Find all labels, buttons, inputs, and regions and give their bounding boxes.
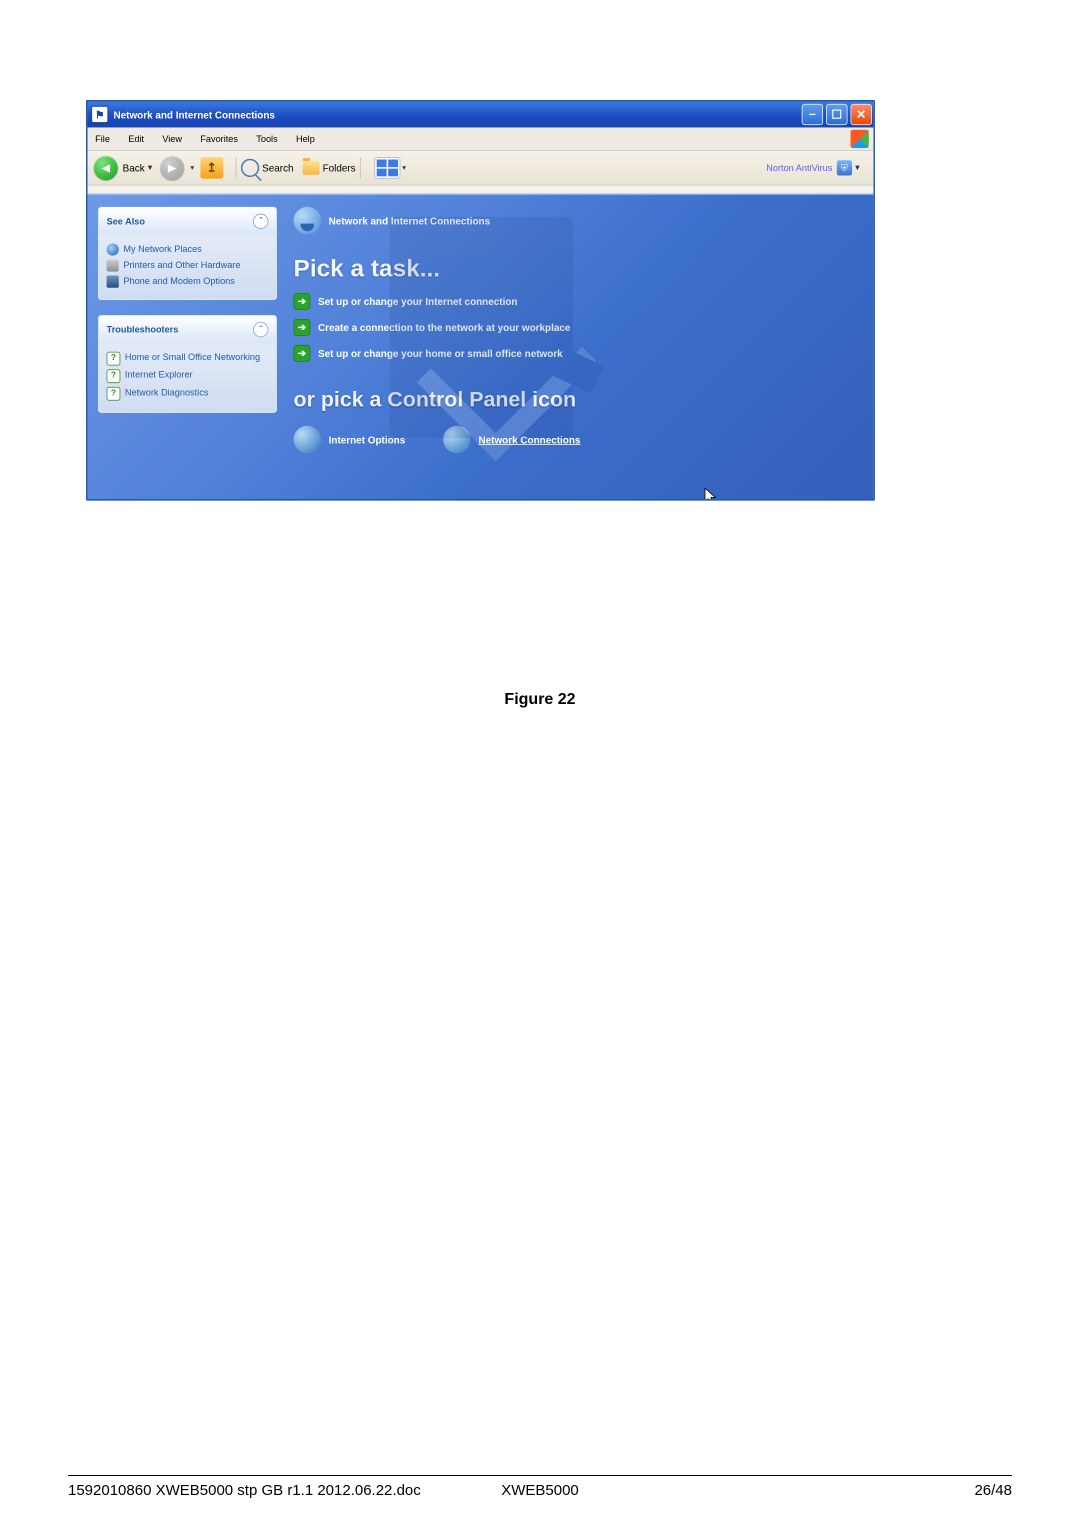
troubleshooters-header[interactable]: Troubleshooters ˆ bbox=[99, 316, 276, 343]
maximize-button[interactable] bbox=[826, 104, 847, 125]
footer-pagenum: 26/48 bbox=[974, 1482, 1012, 1499]
help-icon: ? bbox=[107, 369, 121, 383]
internet-options-icon bbox=[294, 426, 321, 453]
search-button[interactable]: Search bbox=[262, 162, 293, 173]
norton-icon: ⛨ bbox=[837, 160, 852, 175]
figure-caption: Figure 22 bbox=[0, 691, 1080, 709]
cp-network-connections[interactable]: Network Connections bbox=[443, 426, 580, 453]
folders-icon bbox=[303, 161, 320, 175]
sidebar-item-label: Phone and Modem Options bbox=[123, 275, 234, 286]
cp-internet-options[interactable]: Internet Options bbox=[294, 426, 406, 453]
troubleshooters-title: Troubleshooters bbox=[107, 324, 179, 335]
menu-tools[interactable]: Tools bbox=[253, 132, 280, 146]
back-history-dropdown[interactable]: ▼ bbox=[146, 164, 154, 172]
see-also-header[interactable]: See Also ˆ bbox=[99, 208, 276, 235]
category-main: Network and Internet Connections Pick a … bbox=[277, 207, 581, 453]
or-pick-heading: or pick a Control Panel icon bbox=[294, 388, 581, 412]
sidebar-item-printers-hardware[interactable]: Printers and Other Hardware bbox=[107, 259, 269, 271]
menu-file[interactable]: File bbox=[92, 132, 113, 146]
printer-icon bbox=[107, 259, 119, 271]
forward-history-dropdown[interactable]: ▾ bbox=[190, 164, 194, 172]
sidebar-item-my-network-places[interactable]: My Network Places bbox=[107, 243, 269, 255]
sidebar-item-label: Network Diagnostics bbox=[125, 387, 208, 398]
cp-icon-label: Internet Options bbox=[329, 434, 406, 445]
modem-icon bbox=[107, 275, 119, 287]
xp-control-panel-screenshot: ⚑ Network and Internet Connections File … bbox=[86, 100, 875, 501]
window-title: Network and Internet Connections bbox=[113, 109, 274, 120]
task-home-office-network[interactable]: Set up or change your home or small offi… bbox=[294, 345, 581, 362]
norton-dropdown[interactable]: ▼ bbox=[854, 164, 862, 172]
back-label: Back bbox=[123, 162, 145, 173]
task-label: Set up or change your Internet connectio… bbox=[318, 296, 518, 307]
help-icon: ? bbox=[107, 387, 121, 401]
sidebar-item-label: Home or Small Office Networking bbox=[125, 352, 260, 363]
footer-product: XWEB5000 bbox=[501, 1482, 579, 1499]
help-icon: ? bbox=[107, 352, 121, 366]
task-label: Create a connection to the network at yo… bbox=[318, 322, 570, 333]
menu-favorites[interactable]: Favorites bbox=[197, 132, 241, 146]
norton-antivirus-toolbar[interactable]: Norton AntiVirus ⛨ ▼ bbox=[766, 160, 867, 175]
forward-button[interactable]: ► bbox=[160, 156, 184, 180]
task-setup-internet[interactable]: Set up or change your Internet connectio… bbox=[294, 293, 581, 310]
close-button[interactable] bbox=[851, 104, 872, 125]
menu-view[interactable]: View bbox=[159, 132, 185, 146]
windows-flag-icon bbox=[851, 130, 869, 148]
globe-icon bbox=[107, 243, 119, 255]
category-header: Network and Internet Connections bbox=[294, 207, 581, 234]
menu-edit[interactable]: Edit bbox=[125, 132, 147, 146]
window-titlebar: ⚑ Network and Internet Connections bbox=[88, 102, 874, 128]
sidebar-item-label: My Network Places bbox=[123, 243, 201, 254]
toolbar-divider bbox=[88, 185, 874, 194]
tasks-sidebar: See Also ˆ My Network Places Printers an… bbox=[98, 207, 277, 428]
arrow-icon bbox=[294, 319, 311, 336]
explorer-toolbar: ◄ Back ▼ ► ▾ Search Folders ▾ Norton Ant… bbox=[88, 151, 874, 185]
arrow-icon bbox=[294, 345, 311, 362]
sidebar-item-net-diag[interactable]: ? Network Diagnostics bbox=[107, 387, 269, 401]
arrow-icon bbox=[294, 293, 311, 310]
toolbar-separator bbox=[235, 157, 236, 178]
task-workplace-connection[interactable]: Create a connection to the network at yo… bbox=[294, 319, 581, 336]
folders-button[interactable]: Folders bbox=[323, 162, 356, 173]
norton-label: Norton AntiVirus bbox=[766, 163, 832, 174]
sidebar-item-label: Internet Explorer bbox=[125, 369, 193, 380]
sidebar-item-ie-trouble[interactable]: ? Internet Explorer bbox=[107, 369, 269, 383]
see-also-panel: See Also ˆ My Network Places Printers an… bbox=[98, 207, 277, 300]
sidebar-item-label: Printers and Other Hardware bbox=[123, 259, 240, 270]
troubleshooters-panel: Troubleshooters ˆ ? Home or Small Office… bbox=[98, 315, 277, 413]
menu-help[interactable]: Help bbox=[293, 132, 318, 146]
see-also-title: See Also bbox=[107, 216, 145, 227]
pick-a-task-heading: Pick a task... bbox=[294, 254, 581, 282]
sidebar-item-home-office-net[interactable]: ? Home or Small Office Networking bbox=[107, 352, 269, 366]
network-connections-icon bbox=[443, 426, 470, 453]
views-button[interactable] bbox=[375, 157, 401, 178]
category-title: Network and Internet Connections bbox=[329, 215, 490, 226]
toolbar-separator bbox=[360, 157, 361, 178]
network-icon bbox=[294, 207, 321, 234]
page-footer: 1592010860 XWEB5000 stp GB r1.1 2012.06.… bbox=[68, 1475, 1012, 1499]
views-dropdown[interactable]: ▾ bbox=[402, 164, 406, 172]
cp-icon-label: Network Connections bbox=[478, 434, 580, 445]
footer-filename: 1592010860 XWEB5000 stp GB r1.1 2012.06.… bbox=[68, 1482, 421, 1499]
back-button[interactable]: ◄ bbox=[94, 156, 118, 180]
minimize-button[interactable] bbox=[802, 104, 823, 125]
up-one-level-button[interactable] bbox=[200, 157, 223, 178]
search-icon bbox=[241, 159, 259, 177]
sidebar-item-phone-modem[interactable]: Phone and Modem Options bbox=[107, 275, 269, 287]
mouse-cursor-icon bbox=[704, 488, 718, 501]
chevron-up-icon[interactable]: ˆ bbox=[253, 322, 268, 337]
menu-bar: File Edit View Favorites Tools Help bbox=[88, 127, 874, 151]
app-icon: ⚑ bbox=[92, 107, 107, 122]
chevron-up-icon[interactable]: ˆ bbox=[253, 214, 268, 229]
task-label: Set up or change your home or small offi… bbox=[318, 348, 563, 359]
